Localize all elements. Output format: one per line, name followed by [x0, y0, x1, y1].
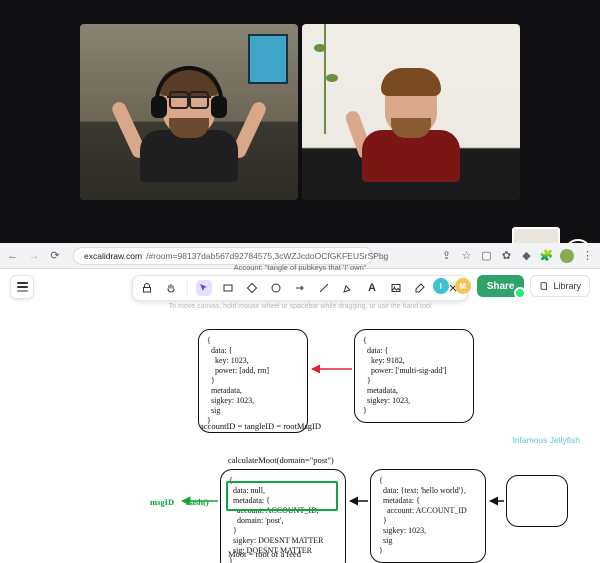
video-tile-1[interactable] — [80, 24, 298, 200]
nav-forward-icon[interactable]: → — [27, 249, 41, 263]
hash-arrow-label: hash() — [186, 497, 209, 507]
bookmark-icon[interactable]: ☆ — [460, 249, 473, 262]
video-tile-2[interactable] — [302, 24, 520, 200]
msg-id-label: msgID — [150, 497, 174, 507]
node-account-child[interactable]: { data: { key: 9182, power: ['multi-sig-… — [354, 329, 474, 423]
url-host: excalidraw.com — [84, 251, 142, 261]
canvas[interactable]: { data: { key: 1023, power: [add, rm] } … — [0, 269, 600, 563]
profile-avatar[interactable] — [560, 249, 574, 263]
caption-account-id: accountID = tangleID = rootMsgID — [200, 421, 321, 431]
node-account-root[interactable]: { data: { key: 1023, power: [add, rm] } … — [198, 329, 308, 433]
url-path: /#room=98137dab567d92784575,3cWZJcdoOCfG… — [146, 251, 388, 261]
extension2-icon[interactable]: ◆ — [520, 249, 533, 262]
calc-moot-label: calculateMoot(domain="post") — [228, 455, 334, 465]
nav-back-icon[interactable]: ← — [6, 249, 20, 263]
caption-moot: Moot = root of a feed — [228, 549, 301, 559]
highlight-metadata — [226, 481, 338, 511]
nav-reload-icon[interactable]: ⟳ — [48, 249, 62, 263]
node-empty[interactable] — [506, 475, 568, 527]
collaborator-cursor-label: Infamous Jellyfish — [512, 435, 580, 445]
extensions-menu-icon[interactable]: 🧩 — [540, 249, 553, 262]
cast-icon[interactable]: ▢ — [480, 249, 493, 262]
node-post[interactable]: { data: {text: 'hello world'}, metadata:… — [370, 469, 486, 563]
video-call-area: III — [0, 0, 600, 243]
excalidraw-app: Account: "tangle of pubkeys that 'I' own… — [0, 269, 600, 563]
extension-icon[interactable]: ✿ — [500, 249, 513, 262]
share-page-icon[interactable]: ⇪ — [440, 249, 453, 262]
kebab-menu-icon[interactable]: ⋮ — [581, 249, 594, 262]
url-bar[interactable]: excalidraw.com /#room=98137dab567d927845… — [73, 247, 373, 265]
